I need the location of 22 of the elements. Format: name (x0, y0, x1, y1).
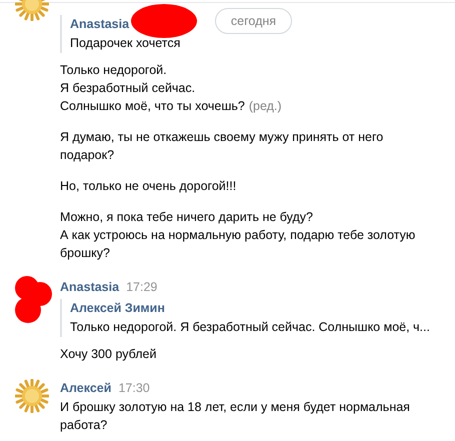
quote-author: Алексей Зимин (70, 300, 165, 317)
quote-text: Только недорогой. Я безработный сейчас. Солнышко моё, ч... (70, 319, 431, 336)
date-pill: сегодня (215, 8, 292, 34)
message-text: Хочу 300 рублей (60, 346, 156, 363)
quoted-message[interactable]: Алексей Зимин Только недорогой. Я безработный сейчас. Солнышко моё, ч... (60, 299, 438, 337)
message-text: Только недорогой. (60, 62, 167, 79)
author-name[interactable]: Anastasia (60, 278, 120, 297)
message-time: 17:29 (126, 279, 158, 296)
message-text: Но, только не очень дорогой!!! (60, 178, 236, 195)
message-text: Солнышко моё, что ты хочешь? (60, 98, 245, 115)
redaction-mark (12, 274, 52, 326)
avatar (15, 379, 49, 413)
message-text: А как устроюсь на нормальную работу, подарю тебе золотую брошку? (60, 227, 416, 262)
message-text: Я думаю, ты не откажешь своему мужу принять от него подарок? (60, 129, 384, 164)
message-text: Можно, я пока тебе ничего дарить не буду? (60, 209, 313, 226)
quote-text: Подарочек хочется (70, 35, 182, 52)
author-name[interactable]: Алексей (60, 379, 112, 398)
message-text: Я безработный сейчас. (60, 80, 196, 97)
message-time: 17:30 (118, 380, 150, 397)
edited-label: (ред.) (248, 98, 282, 115)
quote-author: Anastasia (70, 16, 130, 33)
message-text: И брошку золотую на 18 лет, если у меня будет нормальная работа? (60, 399, 411, 434)
